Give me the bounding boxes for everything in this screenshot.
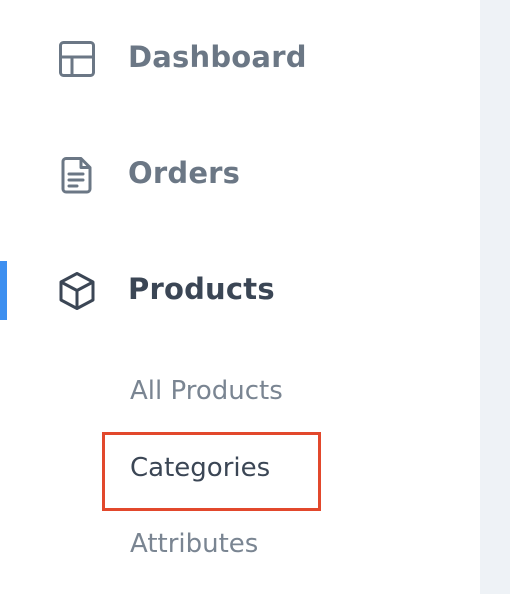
submenu-item-all-products[interactable]: All Products — [130, 376, 283, 406]
box-icon — [56, 270, 98, 312]
sidebar: Dashboard Orders Products All Products C… — [0, 0, 480, 594]
highlight-box — [102, 432, 321, 511]
dashboard-icon — [56, 38, 98, 80]
sidebar-item-label: Orders — [128, 156, 241, 190]
document-icon — [56, 154, 98, 196]
sidebar-item-dashboard[interactable]: Dashboard — [0, 30, 480, 90]
sidebar-item-label: Dashboard — [128, 40, 307, 74]
submenu-item-attributes[interactable]: Attributes — [130, 529, 258, 559]
sidebar-item-products[interactable]: Products — [0, 261, 480, 321]
sidebar-item-label: Products — [128, 272, 275, 306]
main-content-area — [480, 0, 510, 594]
sidebar-item-orders[interactable]: Orders — [0, 146, 480, 206]
